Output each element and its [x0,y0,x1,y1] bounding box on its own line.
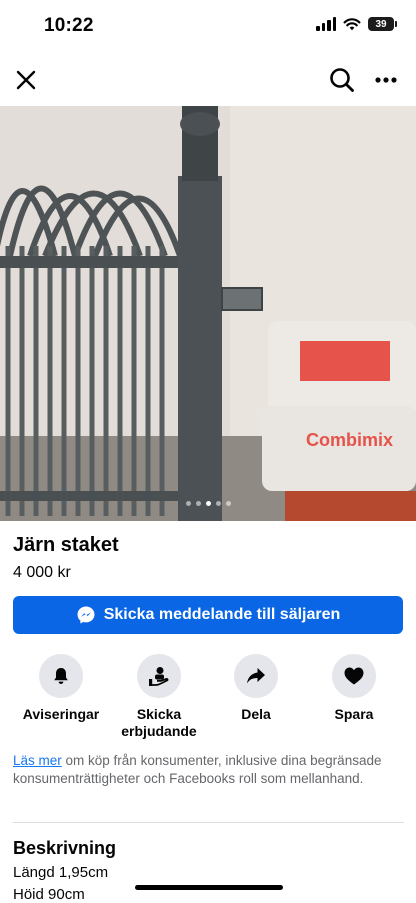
signal-icon [316,17,336,31]
close-icon [16,70,36,90]
notifications-label: Aviseringar [22,706,100,722]
save-circle [332,654,376,698]
message-seller-label: Skicka meddelande till säljaren [103,606,341,623]
make-offer-label: Skicka erbjudande [121,706,197,739]
pager-dot [225,501,231,506]
pager-dot [215,501,221,506]
consumer-info-body: om köp från konsumenter, inklusive dina … [13,753,382,786]
make-offer-circle [137,654,181,698]
listing-price: 4 000 kr [13,564,71,581]
wifi-icon [343,18,361,31]
top-nav [0,58,416,102]
bell-icon [54,668,68,684]
pager-dot [195,501,201,506]
consumer-info-text: Läs mer om köp från konsumenter, inklusi… [13,752,398,788]
description-line: Höid 90cm [13,886,85,903]
search-icon [330,68,354,92]
more-button[interactable] [370,64,402,96]
message-seller-button[interactable]: Skicka meddelande till säljaren [13,596,403,634]
save-label: Spara [334,706,374,722]
messenger-icon [77,606,95,624]
read-more-link[interactable]: Läs mer [13,753,62,768]
status-time: 10:22 [44,15,94,36]
more-icon [375,77,397,83]
listing-title: Järn staket [13,534,119,556]
share-circle [234,654,278,698]
description-heading: Beskrivning [13,838,117,858]
pager-dot-active [205,501,211,506]
divider [13,822,404,823]
offer-icon [149,667,169,686]
bag-label: Combimix [306,430,393,450]
notifications-circle [39,654,83,698]
share-label: Dela [241,706,271,722]
action-row: Aviseringar Skicka erbjudande Dela Spara [0,654,416,744]
status-icons: 39 [316,17,397,31]
pager-dot [185,501,191,506]
make-offer-button[interactable]: Skicka erbjudande [109,654,209,740]
share-icon [247,668,265,684]
listing-photo[interactable]: Combimix [0,106,416,521]
share-button[interactable]: Dela [206,654,306,723]
photo-pager [0,501,416,506]
heart-icon [344,667,364,685]
fence-photo: Combimix [0,106,416,521]
close-button[interactable] [10,64,42,96]
description-line: Längd 1,95cm [13,864,109,881]
search-button[interactable] [326,64,358,96]
battery-level: 39 [375,18,387,30]
notifications-button[interactable]: Aviseringar [11,654,111,723]
home-indicator[interactable] [135,885,283,890]
save-button[interactable]: Spara [304,654,404,723]
status-bar: 10:22 39 [0,0,416,54]
battery-icon: 39 [368,17,397,31]
